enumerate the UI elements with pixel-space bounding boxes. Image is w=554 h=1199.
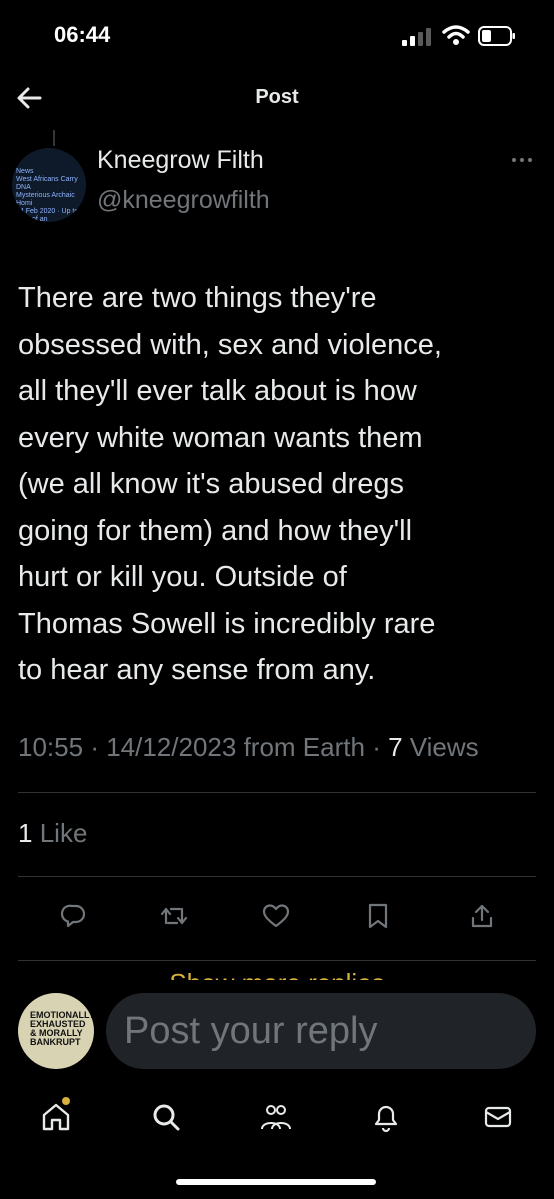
bottom-nav [0,1085,554,1145]
reply-icon [61,904,86,928]
home-indicator[interactable] [176,1179,376,1185]
nav-communities[interactable] [254,1095,298,1139]
more-options-icon[interactable] [508,150,536,170]
action-row [0,896,554,936]
divider [18,960,536,961]
meta-separator: · [90,732,107,762]
share-icon [471,904,493,928]
nav-notifications[interactable] [364,1095,408,1139]
show-more-replies-link[interactable]: Show more replies [0,962,554,980]
repost-icon [160,907,188,925]
likes-summary[interactable]: 1 Like [18,818,87,849]
author-display-name[interactable]: Kneegrow Filth [97,146,264,175]
divider [18,792,536,793]
like-icon [262,904,290,928]
home-icon [42,1103,70,1131]
nav-search[interactable] [144,1095,188,1139]
user-avatar-text: EMOTIONALLY EXHAUSTED & MORALLY BANKRUPT [30,1010,94,1047]
author-avatar-text: News West Africans Carry DNA Mysterious … [16,168,79,222]
like-button[interactable] [256,896,296,936]
reply-button[interactable] [54,896,94,936]
divider [18,876,536,877]
author-handle[interactable]: @kneegrowfilth [97,186,270,215]
nav-home[interactable] [34,1095,78,1139]
home-notification-dot [62,1097,70,1105]
nav-messages[interactable] [476,1095,520,1139]
reply-input[interactable] [106,993,536,1069]
status-time: 06:44 [54,22,111,47]
wifi-icon [442,25,470,45]
views-count[interactable]: 7 [388,732,402,762]
post-source: from Earth [243,732,365,762]
page-title: Post [255,86,299,108]
post-meta: 10:55 · 14/12/2023 from Earth · 7 Views [18,732,479,763]
bookmark-button[interactable] [358,896,398,936]
author-avatar[interactable]: News West Africans Carry DNA Mysterious … [12,148,86,222]
reply-bar: EMOTIONALLY EXHAUSTED & MORALLY BANKRUPT [0,980,554,1080]
thread-line [53,130,55,146]
likes-label: Like [39,818,88,848]
user-avatar[interactable]: EMOTIONALLY EXHAUSTED & MORALLY BANKRUPT [18,993,94,1069]
repost-button[interactable] [154,896,194,936]
communities-icon [261,1105,291,1130]
post-text: There are two things they're obsessed wi… [18,282,442,686]
status-bar: 06:44 [0,0,554,72]
meta-separator: · [372,732,389,762]
bookmark-icon [368,903,388,929]
post-date[interactable]: 14/12/2023 [106,732,236,762]
post-time[interactable]: 10:55 [18,732,83,762]
cellular-signal-icon [402,28,431,46]
messages-icon [484,1106,512,1128]
notifications-icon [374,1105,398,1133]
views-label[interactable]: Views [410,732,479,762]
top-bar: Post [0,72,554,130]
search-icon [153,1104,180,1131]
likes-count: 1 [18,818,33,848]
share-button[interactable] [462,896,502,936]
battery-icon [478,26,515,46]
